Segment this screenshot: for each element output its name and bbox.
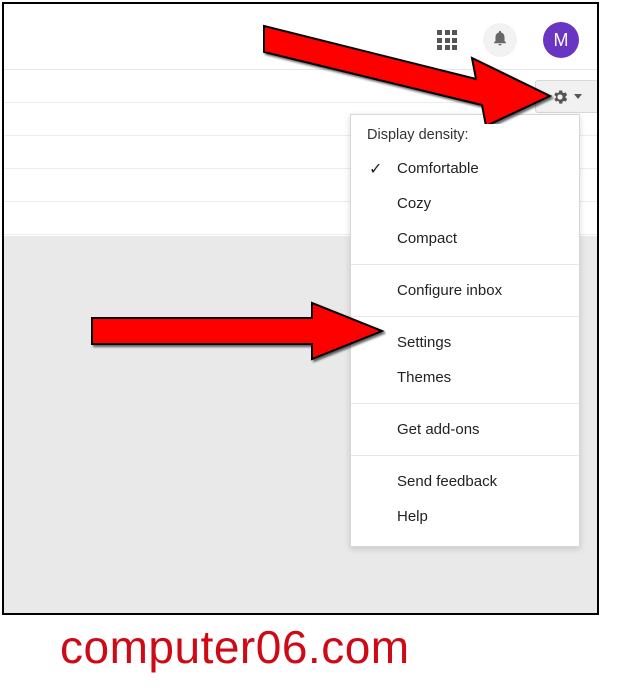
menu-divider [351, 455, 579, 456]
top-bar-actions: M [437, 22, 579, 58]
menu-section-header: Display density: [351, 115, 579, 151]
menu-item-help[interactable]: Help [351, 499, 579, 534]
list-item[interactable] [4, 70, 597, 103]
menu-item-label: Themes [397, 369, 451, 386]
menu-item-configure-inbox[interactable]: Configure inbox [351, 273, 579, 308]
menu-divider [351, 316, 579, 317]
apps-launcher-icon[interactable] [437, 30, 457, 50]
menu-item-settings[interactable]: Settings [351, 325, 579, 360]
app-frame: M Display density: ✓ Comfortable Cozy Co… [2, 2, 599, 615]
menu-item-label: Cozy [397, 195, 431, 212]
menu-item-compact[interactable]: Compact [351, 221, 579, 256]
check-icon: ✓ [369, 159, 382, 179]
notifications-button[interactable] [483, 23, 517, 57]
menu-item-label: Configure inbox [397, 282, 502, 299]
menu-item-label: Help [397, 508, 428, 525]
gear-icon [551, 88, 569, 106]
account-avatar[interactable]: M [543, 22, 579, 58]
menu-item-get-addons[interactable]: Get add-ons [351, 412, 579, 447]
menu-item-cozy[interactable]: Cozy [351, 186, 579, 221]
menu-item-send-feedback[interactable]: Send feedback [351, 464, 579, 499]
menu-item-label: Compact [397, 230, 457, 247]
menu-divider [351, 264, 579, 265]
menu-item-comfortable[interactable]: ✓ Comfortable [351, 151, 579, 186]
settings-dropdown-button[interactable] [535, 80, 597, 113]
menu-item-label: Settings [397, 334, 451, 351]
chevron-down-icon [574, 94, 582, 99]
menu-item-label: Comfortable [397, 160, 479, 177]
bell-icon [491, 29, 509, 52]
menu-item-themes[interactable]: Themes [351, 360, 579, 395]
menu-item-label: Send feedback [397, 473, 497, 490]
top-bar: M [4, 4, 597, 70]
settings-dropdown-menu: Display density: ✓ Comfortable Cozy Comp… [350, 114, 580, 547]
menu-divider [351, 403, 579, 404]
avatar-initial: M [554, 30, 569, 51]
watermark-text: computer06.com [60, 620, 410, 674]
menu-item-label: Get add-ons [397, 421, 480, 438]
